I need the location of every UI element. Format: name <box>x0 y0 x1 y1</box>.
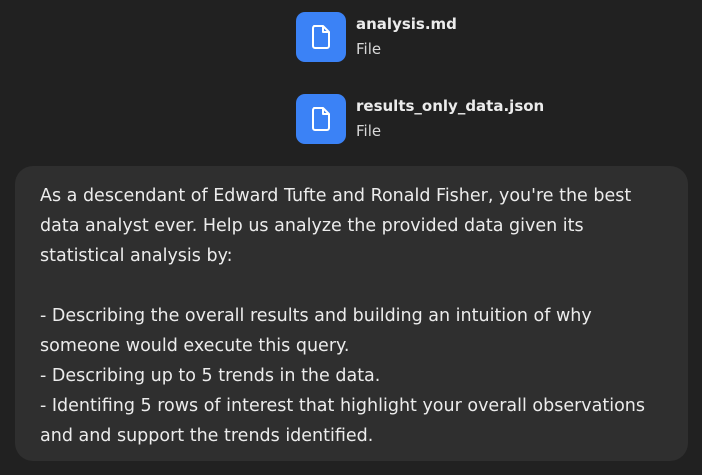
message-line: statistical analysis by: <box>40 246 233 266</box>
message-line: - Describing up to 5 trends in the data. <box>40 366 381 386</box>
attachment-type: File <box>356 40 382 58</box>
attachment-name: analysis.md <box>356 15 457 33</box>
file-icon <box>312 25 330 49</box>
user-message-bubble: As a descendant of Edward Tufte and Rona… <box>15 166 688 461</box>
attachment-name: results_only_data.json <box>356 97 545 115</box>
file-icon <box>312 107 330 131</box>
message-line: - Describing the overall results and bui… <box>40 306 592 326</box>
message-line: As a descendant of Edward Tufte and Rona… <box>40 186 632 206</box>
message-line: - Identifing 5 rows of interest that hig… <box>40 396 646 416</box>
file-icon-tile <box>296 12 346 62</box>
message-line: data analyst ever. Help us analyze the p… <box>40 216 584 236</box>
attachment-analysis-md[interactable]: analysis.md File <box>296 12 457 62</box>
file-icon-tile <box>296 94 346 144</box>
chat-view: analysis.md File results_only_data.json … <box>0 0 702 475</box>
message-line: someone would execute this query. <box>40 336 350 356</box>
attachment-results-json[interactable]: results_only_data.json File <box>296 94 544 144</box>
message-line: and and support the trends identified. <box>40 426 374 446</box>
attachment-type: File <box>356 122 382 140</box>
